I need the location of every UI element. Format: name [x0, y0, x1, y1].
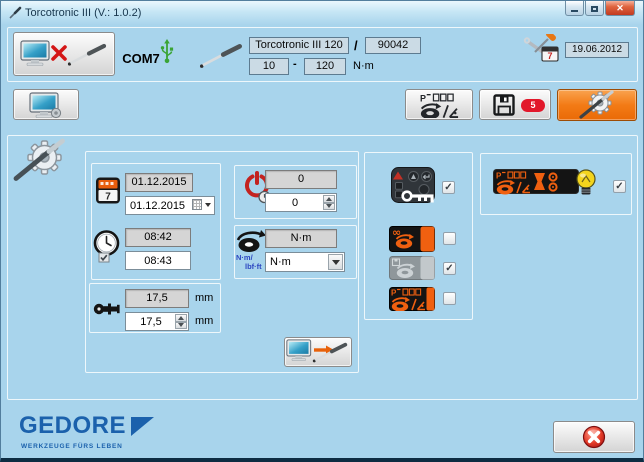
minimize-button[interactable] [565, 1, 584, 16]
spinner-up-icon[interactable] [175, 314, 187, 322]
pc-time-input[interactable] [125, 251, 191, 270]
device-unit-display: N·m [265, 229, 337, 248]
pc-auto-off-spinbox[interactable] [265, 193, 337, 212]
pc-mode-button[interactable] [13, 89, 79, 120]
brand-flag-icon [131, 417, 154, 436]
wrench-gear-icon [579, 90, 615, 120]
mini-calendar-icon [192, 199, 202, 210]
pc-size-input[interactable] [127, 314, 175, 329]
size-unit-label: mm [195, 292, 213, 304]
range-max-field: 120 [304, 58, 346, 75]
window-controls: ✕ [564, 1, 635, 16]
size-spinner[interactable] [175, 314, 187, 329]
brand-name: GEDORE [19, 415, 126, 437]
presets-icon [418, 91, 460, 118]
tool-size-icon [93, 297, 121, 321]
spinner-down-icon[interactable] [175, 322, 187, 330]
device-auto-off-display: 0 [265, 170, 337, 189]
clock-icon [93, 229, 123, 263]
range-min-field: 10 [249, 58, 289, 75]
auto-save-mode-checkbox[interactable] [443, 262, 456, 275]
serial-number-field: 90042 [365, 37, 421, 54]
monitor-arrow-wrench-icon [286, 338, 350, 366]
service-tools-calendar-icon: 7 [522, 34, 562, 64]
usb-icon [159, 37, 175, 65]
spinner-up-icon[interactable] [323, 195, 335, 203]
svg-text:N·m/: N·m/ [236, 253, 254, 262]
device-name-field: Torcotronic III 120 [249, 37, 349, 54]
svg-text:7: 7 [547, 51, 552, 61]
maximize-icon [591, 6, 598, 12]
red-cross-icon [581, 424, 607, 450]
keypad-lock-icon [391, 167, 438, 205]
monitor-gear-icon [28, 91, 64, 119]
auto-save-mode-icon [389, 256, 435, 280]
window-title: Torcotronic III (V.: 1.0.2) [25, 7, 141, 19]
gedore-logo: GEDORE [19, 415, 154, 437]
app-window: Torcotronic III (V.: 1.0.2) ✕ COM7 [0, 0, 644, 462]
preset-mode-icon [389, 287, 435, 311]
unit-select-arrow[interactable] [328, 254, 343, 270]
device-date-display: 01.12.2015 [125, 173, 193, 192]
display-illumination-icon [493, 166, 607, 200]
spinner-down-icon[interactable] [323, 203, 335, 211]
transfer-to-device-button[interactable] [284, 337, 352, 367]
calibration-date-field: 19.06.2012 [565, 42, 629, 58]
preset-mode-checkbox[interactable] [443, 292, 456, 305]
save-button[interactable]: 5 [479, 89, 551, 120]
unit-select-value: N·m [270, 256, 291, 268]
device-size-display: 17,5 [125, 289, 189, 308]
range-unit-label: N·m [353, 60, 374, 72]
save-count-badge: 5 [521, 99, 545, 112]
auto-off-spinner[interactable] [323, 195, 335, 210]
date-dropdown-button[interactable] [192, 199, 211, 210]
close-window-button[interactable]: ✕ [605, 1, 635, 16]
disconnect-button[interactable] [13, 32, 115, 76]
device-time-display: 08:42 [125, 228, 191, 247]
svg-text:lbf·ft: lbf·ft [245, 262, 262, 271]
unit-select[interactable]: N·m [265, 252, 345, 272]
dropdown-arrow-icon [205, 203, 211, 207]
size-unit-label: mm [195, 315, 213, 327]
minimize-icon [571, 10, 578, 12]
range-separator: - [293, 58, 297, 70]
settings-button-active[interactable] [557, 89, 637, 121]
monitor-disconnect-wrench-icon [19, 36, 109, 72]
keypad-lock-checkbox[interactable] [442, 181, 455, 194]
close-icon: ✕ [616, 3, 624, 14]
calendar-icon: 7 [95, 175, 121, 205]
pc-auto-off-input[interactable] [267, 195, 323, 210]
pc-date-picker[interactable] [125, 196, 215, 215]
wrench-gear-corner-icon [13, 138, 67, 183]
display-illumination-checkbox[interactable] [613, 180, 626, 193]
svg-text:7: 7 [105, 192, 111, 203]
app-icon [8, 6, 22, 20]
presets-button[interactable] [405, 89, 473, 120]
maximize-button[interactable] [585, 1, 604, 16]
pc-date-input[interactable] [127, 198, 194, 213]
torque-wrench-icon [197, 42, 243, 69]
peak-mode-icon: ∞ [389, 226, 435, 252]
brand-tagline: WERKZEUGE FÜRS LEBEN [21, 443, 123, 450]
exit-button[interactable] [553, 421, 635, 453]
title-bar: Torcotronic III (V.: 1.0.2) ✕ [1, 1, 643, 25]
peak-mode-checkbox[interactable] [443, 232, 456, 245]
save-icon [493, 94, 515, 116]
pc-size-spinbox[interactable] [125, 312, 189, 331]
name-serial-separator: / [354, 38, 358, 53]
